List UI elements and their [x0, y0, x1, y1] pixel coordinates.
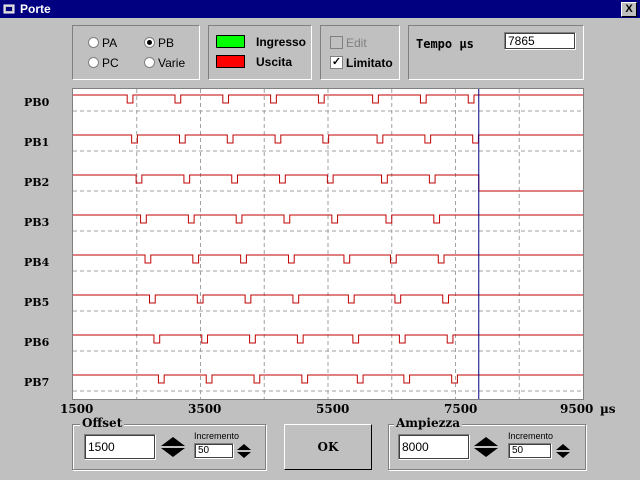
offset-group-label: Offset	[80, 416, 125, 430]
radio-pc[interactable]: PC	[88, 56, 119, 70]
radio-varie-label: Varie	[158, 56, 186, 70]
title-bar: Porte X	[0, 0, 640, 18]
row-label-pb1: PB1	[24, 136, 50, 149]
row-label-pb0: PB0	[24, 96, 50, 109]
radio-pb[interactable]: PB	[144, 36, 174, 50]
amplitude-increment-label: Incremento	[508, 431, 554, 441]
input-color-swatch	[216, 35, 245, 48]
x-tick-5500: 5500	[316, 402, 350, 416]
offset-increment-label: Incremento	[194, 431, 240, 441]
row-label-pb7: PB7	[24, 376, 50, 389]
edit-checkbox-box[interactable]	[330, 36, 343, 50]
row-label-pb6: PB6	[24, 336, 50, 349]
legend-panel	[208, 25, 312, 80]
row-label-pb5: PB5	[24, 296, 50, 309]
options-panel	[320, 25, 400, 80]
close-button[interactable]: X	[621, 2, 637, 17]
radio-varie-indicator[interactable]	[144, 57, 155, 69]
radio-pb-indicator[interactable]	[144, 37, 155, 49]
radio-varie[interactable]: Varie	[144, 56, 185, 70]
input-legend-label: Ingresso	[256, 35, 307, 49]
radio-pb-label: PB	[158, 36, 175, 50]
output-legend-label: Uscita	[256, 55, 293, 69]
time-field[interactable]: 7865	[504, 32, 576, 50]
amplitude-field[interactable]: 8000	[398, 434, 470, 460]
radio-pa-indicator[interactable]	[88, 37, 99, 49]
x-tick-1500: 1500	[60, 402, 94, 416]
limited-checkbox-label: Limitato	[346, 56, 393, 70]
row-label-pb4: PB4	[24, 256, 50, 269]
window-title: Porte	[20, 2, 51, 16]
amplitude-increment-field[interactable]: 50	[508, 443, 552, 459]
timing-chart-plot	[73, 89, 583, 399]
timing-chart	[72, 88, 584, 400]
radio-pa[interactable]: PA	[88, 36, 117, 50]
x-tick-3500: 3500	[188, 402, 222, 416]
port-selector-panel	[72, 25, 200, 80]
offset-field[interactable]: 1500	[84, 434, 156, 460]
row-label-pb2: PB2	[24, 176, 50, 189]
window-app-icon	[3, 4, 15, 14]
limited-checkbox[interactable]: ✓ Limitato	[330, 56, 393, 70]
edit-checkbox[interactable]: Edit	[330, 36, 367, 50]
amplitude-increment-spin-button[interactable]	[555, 443, 571, 459]
row-label-pb3: PB3	[24, 216, 50, 229]
offset-increment-field[interactable]: 50	[194, 443, 234, 459]
output-color-swatch	[216, 55, 245, 68]
x-tick-9500: 9500	[560, 402, 594, 416]
amplitude-spin-button[interactable]	[473, 434, 499, 460]
radio-pc-label: PC	[102, 56, 119, 70]
amplitude-group-label: Ampiezza	[394, 416, 462, 430]
x-axis-unit: µs	[600, 402, 616, 416]
time-label: Tempo µs	[416, 37, 474, 51]
radio-pc-indicator[interactable]	[88, 57, 99, 69]
limited-checkbox-box[interactable]: ✓	[330, 56, 343, 70]
edit-checkbox-label: Edit	[346, 36, 367, 50]
offset-spin-button[interactable]	[160, 434, 186, 460]
radio-pa-label: PA	[102, 36, 118, 50]
ok-button[interactable]: OK	[284, 424, 372, 470]
x-tick-7500: 7500	[444, 402, 478, 416]
offset-increment-spin-button[interactable]	[236, 443, 252, 459]
